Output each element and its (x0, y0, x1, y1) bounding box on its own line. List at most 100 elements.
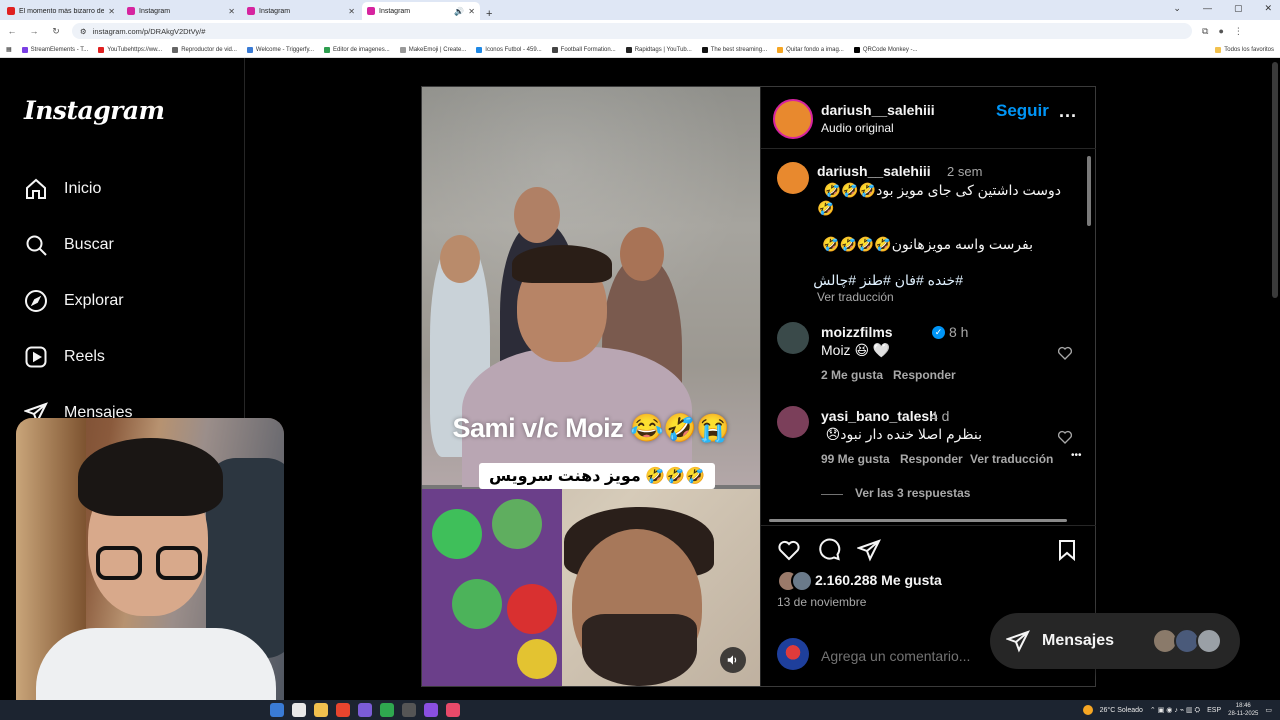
app-icon[interactable] (380, 703, 394, 717)
webcam-overlay (16, 418, 284, 716)
close-window-icon[interactable]: ✕ (1264, 3, 1272, 14)
bookmark[interactable]: YouTubehttps://ww... (98, 46, 162, 53)
caption-hashtags[interactable]: #خنده #فان #طنز #چالش (813, 272, 963, 289)
translate-link[interactable]: Ver traducción (817, 290, 894, 304)
bookmark[interactable]: Football Formation... (551, 46, 616, 53)
author-username[interactable]: dariush__salehiii (821, 102, 935, 118)
bookmark[interactable]: Welcome - Triggerfy... (246, 46, 314, 53)
like-comment-icon[interactable] (1057, 429, 1073, 445)
task-view-icon[interactable] (292, 703, 306, 717)
weather-text[interactable]: 26°C Soleado (1100, 707, 1143, 714)
url-field[interactable]: ⚙ instagram.com/p/DRAkgV2DtVy/# (72, 23, 1192, 39)
menu-icon[interactable]: ⋮ (1234, 26, 1243, 37)
author-avatar[interactable] (773, 99, 813, 139)
comment-likes[interactable]: 2 Me gusta (821, 368, 883, 382)
maximize-icon[interactable]: ▢ (1234, 3, 1243, 14)
comment-likes[interactable]: 99 Me gusta (821, 452, 890, 466)
comments-scrollbar[interactable] (1087, 150, 1094, 518)
site-info-icon[interactable]: ⚙ (80, 27, 87, 36)
reload-icon[interactable]: ↻ (50, 26, 62, 37)
comment-username[interactable]: moizzfilms (821, 324, 893, 340)
comment-input[interactable]: Agrega un comentario... (821, 648, 970, 664)
close-tab-icon[interactable]: ✕ (468, 7, 475, 16)
reply-button[interactable]: Responder (900, 452, 963, 466)
system-tray: 26°C Soleado ⌃ ▣ ◉ ♪ ⌁ ▥ ⛭ ESP 18:46 28-… (1082, 702, 1272, 718)
profile-icon[interactable]: ● (1218, 26, 1223, 37)
new-tab-button[interactable]: + (486, 8, 492, 20)
post-date[interactable]: 13 de noviembre (777, 595, 866, 609)
translate-link[interactable]: Ver traducción (970, 452, 1053, 466)
bookmark[interactable]: Reproductor de vid... (172, 46, 237, 53)
audio-label[interactable]: Audio original (821, 121, 894, 135)
close-tab-icon[interactable]: ✕ (348, 7, 355, 16)
sidebar-item-label: Explorar (64, 292, 124, 309)
commenter-avatar[interactable] (777, 322, 809, 354)
bookmark[interactable]: Iconos Futbol - 459... (476, 46, 542, 53)
close-tab-icon[interactable]: ✕ (228, 7, 235, 16)
app-icon[interactable] (446, 703, 460, 717)
extensions-icon[interactable]: ⧉ (1202, 26, 1208, 37)
tray-icons[interactable]: ⌃ ▣ ◉ ♪ ⌁ ▥ ⛭ (1150, 706, 1200, 715)
back-icon[interactable]: ← (6, 26, 18, 36)
app-icon[interactable] (358, 703, 372, 717)
browser-tab[interactable]: Instagram ✕ (242, 2, 360, 20)
replies-divider (821, 494, 843, 495)
author-avatar[interactable] (777, 162, 809, 194)
language-indicator[interactable]: ESP (1207, 707, 1221, 714)
sidebar-item-reels[interactable]: Reels (24, 345, 105, 369)
comments-h-scrollbar[interactable] (763, 518, 1091, 523)
apps-icon[interactable]: ▦ (6, 46, 12, 53)
reply-button[interactable]: Responder (893, 368, 956, 382)
comment-username[interactable]: yasi_bano_talesh (821, 408, 938, 424)
caption-username[interactable]: dariush__salehiii (817, 163, 931, 179)
share-icon[interactable] (857, 538, 881, 562)
bookmark[interactable]: QRCode Monkey -... (853, 46, 918, 53)
more-options-button[interactable]: ... (1059, 101, 1077, 122)
post-video[interactable]: Sami v/c Moiz 😂🤣😭 مویز دهنت سرویس 🤣🤣🤣 (422, 87, 760, 686)
tab-search-icon[interactable]: ⌄ (1173, 3, 1181, 14)
sidebar-item-buscar[interactable]: Buscar (24, 233, 114, 257)
notifications-icon[interactable]: ▭ (1265, 706, 1272, 714)
view-replies-button[interactable]: Ver las 3 respuestas (855, 486, 970, 500)
close-tab-icon[interactable]: ✕ (108, 7, 115, 16)
bookmark[interactable]: The best streaming... (701, 46, 767, 53)
bookmark[interactable]: MakeEmoji | Create... (399, 46, 466, 53)
liker-avatar[interactable] (791, 570, 813, 592)
all-bookmarks[interactable]: Todos los favoritos (1215, 46, 1274, 53)
sidebar-item-inicio[interactable]: Inicio (24, 177, 101, 201)
forward-icon[interactable]: → (28, 26, 40, 36)
browser-tab[interactable]: El momento más bizarro de la... ✕ (2, 2, 120, 20)
mute-button[interactable] (720, 647, 746, 673)
video-frame-bottom (422, 489, 760, 686)
browser-tab[interactable]: Instagram ✕ (122, 2, 240, 20)
search-icon[interactable] (270, 703, 284, 717)
clock[interactable]: 18:46 28-11-2025 (1228, 702, 1258, 718)
browser-tab-active[interactable]: Instagram 🔊 ✕ (362, 2, 480, 20)
like-comment-icon[interactable] (1057, 345, 1073, 361)
bookmark[interactable]: StreamElements - T... (21, 46, 88, 53)
comments-list[interactable]: dariush__salehiii 2 sem دوست داشتین کی ج… (761, 150, 1096, 524)
file-explorer-icon[interactable] (314, 703, 328, 717)
app-icon[interactable] (424, 703, 438, 717)
bookmark-icon[interactable] (1055, 538, 1079, 562)
heart-icon[interactable] (777, 538, 801, 562)
bookmark[interactable]: Rapidtags | YouTub... (625, 46, 692, 53)
url-text: instagram.com/p/DRAkgV2DtVy/# (92, 26, 206, 36)
likes-count[interactable]: 2.160.288 Me gusta (815, 572, 942, 588)
comment-more-button[interactable]: ••• (1071, 450, 1082, 461)
bookmark[interactable]: Editor de imagenes... (324, 46, 390, 53)
sidebar-item-explorar[interactable]: Explorar (24, 289, 124, 313)
instagram-logo[interactable]: Instagram (24, 96, 165, 125)
minimize-icon[interactable]: — (1203, 3, 1212, 14)
follow-button[interactable]: Seguir (996, 101, 1049, 121)
app-icon[interactable] (402, 703, 416, 717)
messages-button[interactable]: Mensajes (990, 613, 1240, 669)
user-avatar[interactable] (777, 638, 809, 670)
comment-icon[interactable] (817, 538, 841, 562)
speaker-icon[interactable]: 🔊 (454, 7, 464, 16)
youtube-favicon-icon (7, 7, 15, 15)
page-scrollbar[interactable] (1272, 62, 1278, 298)
commenter-avatar[interactable] (777, 406, 809, 438)
bookmark[interactable]: Quitar fondo a imag... (777, 46, 844, 53)
brave-icon[interactable] (336, 703, 350, 717)
